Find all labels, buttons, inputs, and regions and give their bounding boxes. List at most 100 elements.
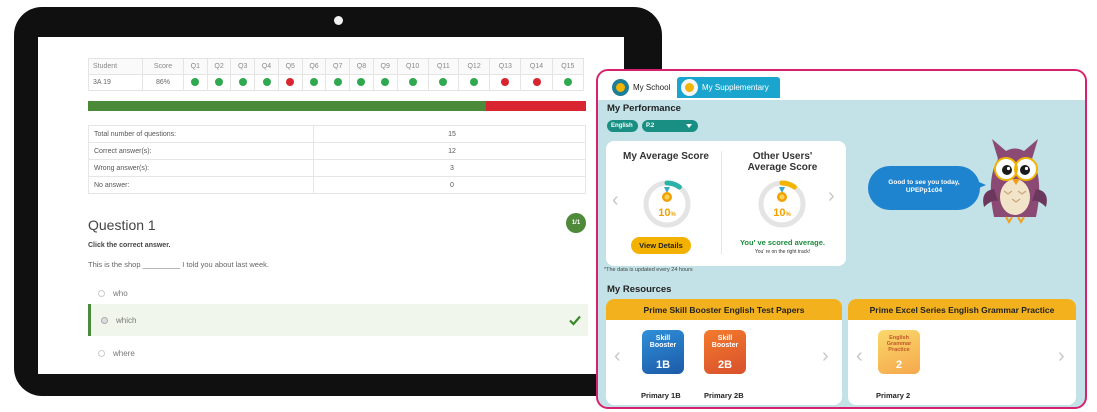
- answer-cell-q1: [182, 74, 208, 91]
- column-header: Score: [142, 58, 184, 75]
- correct-dot-icon: [381, 77, 390, 86]
- column-header: Q9: [372, 58, 398, 75]
- question-text: This is the shop _________ I told you ab…: [88, 260, 269, 269]
- correct-dot-icon: [357, 77, 366, 86]
- result-bar-correct: [88, 101, 487, 111]
- score-card: My Average Score Other Users' Average Sc…: [606, 141, 846, 266]
- result-bar: [88, 101, 586, 111]
- others-average-title: Other Users' Average Score: [724, 151, 841, 173]
- answer-cell-q12: [457, 74, 491, 91]
- tab-my-school[interactable]: My School: [612, 77, 670, 98]
- correct-dot-icon: [238, 77, 247, 86]
- correct-dot-icon: [191, 77, 200, 86]
- table-row: Total number of questions: 15: [88, 125, 586, 143]
- book-cover-title: English Grammar Practice: [886, 335, 912, 353]
- tab-label: My Supplementary: [702, 83, 769, 92]
- column-header: Q3: [230, 58, 256, 75]
- book-label[interactable]: Primary 2: [876, 391, 910, 400]
- option-label: which: [116, 315, 137, 325]
- correct-dot-icon: [563, 77, 572, 86]
- stage: Student Score Q1 Q2 Q3 Q4 Q5 Q6 Q7 Q8 Q9 Q10 Q11 Q12 Q…: [0, 0, 1097, 412]
- tablet-device: Student Score Q1 Q2 Q3 Q4 Q5 Q6 Q7 Q8 Q9 Q10 Q11 Q12 Q…: [14, 7, 662, 396]
- question-instruction: Click the correct answer.: [88, 242, 171, 249]
- book-cover-number: 1B: [655, 359, 671, 371]
- chevron-right-icon[interactable]: ›: [1058, 345, 1065, 368]
- summary-label: Correct answer(s):: [88, 142, 314, 160]
- subject-label: English: [611, 123, 633, 129]
- summary-value: 15: [313, 125, 586, 143]
- correct-dot-icon: [262, 77, 271, 86]
- answer-cell-q6: [301, 74, 327, 91]
- answer-cell-q9: [372, 74, 398, 91]
- performance-heading: My Performance: [607, 103, 681, 114]
- tab-bar: My School My Supplementary: [598, 71, 1085, 100]
- book-label[interactable]: Primary 1B: [641, 391, 681, 400]
- summary-label: No answer:: [88, 176, 314, 194]
- chevron-left-icon[interactable]: ‹: [614, 345, 621, 368]
- answer-cell-q3: [230, 74, 256, 91]
- answer-option-which[interactable]: which: [88, 304, 588, 336]
- answer-option-where[interactable]: where: [88, 337, 588, 369]
- check-icon: [569, 315, 581, 326]
- chevron-left-icon[interactable]: ‹: [612, 189, 619, 212]
- column-header: Q2: [206, 58, 232, 75]
- results-table: Student Score Q1 Q2 Q3 Q4 Q5 Q6 Q7 Q8 Q9 Q10 Q11 Q12 Q…: [88, 58, 585, 91]
- column-header: Q8: [349, 58, 374, 75]
- column-header: Q10: [396, 58, 429, 75]
- grade-select[interactable]: P.2: [642, 120, 698, 132]
- my-average-title: My Average Score: [623, 151, 709, 162]
- answer-cell-q2: [206, 74, 232, 91]
- result-bar-wrong: [486, 101, 586, 111]
- answer-cell-q15: [551, 74, 585, 91]
- chevron-left-icon[interactable]: ‹: [856, 345, 863, 368]
- column-header: Q4: [254, 58, 279, 75]
- greeting-bubble: Good to see you today, UPEPp1c04: [868, 166, 980, 210]
- school-icon: [612, 79, 629, 96]
- resource-card-title: Prime Skill Booster English Test Papers: [606, 299, 842, 320]
- update-note: *The data is updated every 24 hours: [604, 267, 693, 273]
- answer-cell-q10: [396, 74, 429, 91]
- table-row: Wrong answer(s): 3: [88, 159, 586, 177]
- summary-label: Wrong answer(s):: [88, 159, 314, 177]
- column-header: Q6: [301, 58, 327, 75]
- column-header: Q7: [325, 58, 351, 75]
- column-header: Q1: [182, 58, 208, 75]
- book-cover-title: Skill Booster: [649, 335, 677, 349]
- greeting-line1: Good to see you today,: [888, 179, 960, 186]
- subject-select[interactable]: English: [607, 120, 638, 132]
- chevron-right-icon[interactable]: ›: [822, 345, 829, 368]
- column-header: Q15: [551, 58, 585, 75]
- table-row: No answer: 0: [88, 176, 586, 194]
- answer-cell-q5: [277, 74, 303, 91]
- book-cover-number: 2: [895, 359, 903, 371]
- tab-my-supplementary[interactable]: My Supplementary: [677, 77, 780, 98]
- table-row: 3A 19 86%: [88, 74, 585, 91]
- divider: [721, 151, 722, 254]
- radio-icon: [98, 289, 105, 297]
- view-details-button[interactable]: View Details: [631, 237, 691, 254]
- results-table-header: Student Score Q1 Q2 Q3 Q4 Q5 Q6 Q7 Q8 Q9 Q10 Q11 Q12 Q…: [88, 58, 585, 75]
- summary-value: 12: [313, 142, 586, 160]
- book-label[interactable]: Primary 2B: [704, 391, 744, 400]
- grade-label: P.2: [646, 123, 655, 129]
- summary-label: Total number of questions:: [88, 125, 314, 143]
- tab-label: My School: [633, 83, 671, 92]
- correct-dot-icon: [470, 77, 479, 86]
- book-cover-2b[interactable]: Skill Booster 2B: [704, 330, 746, 374]
- book-cover-primary-2[interactable]: English Grammar Practice 2: [878, 330, 920, 374]
- column-header: Q11: [427, 58, 460, 75]
- chevron-right-icon[interactable]: ›: [828, 185, 835, 208]
- track-message: You' re on the right track!: [754, 249, 811, 255]
- others-score-value: 10%: [773, 207, 791, 219]
- correct-dot-icon: [215, 77, 224, 86]
- student-cell: 3A 19: [88, 74, 143, 91]
- medal-icon: [642, 187, 692, 203]
- others-title-line1: Other Users': [752, 151, 813, 162]
- camera-dot: [334, 16, 343, 25]
- owl-mascot-icon: [983, 139, 1047, 224]
- book-cover-number: 2B: [717, 359, 733, 371]
- question-count-badge: 1/1: [566, 213, 586, 233]
- book-cover-1b[interactable]: Skill Booster 1B: [642, 330, 684, 374]
- score-cell: 86%: [142, 74, 184, 91]
- radio-icon: [98, 349, 105, 357]
